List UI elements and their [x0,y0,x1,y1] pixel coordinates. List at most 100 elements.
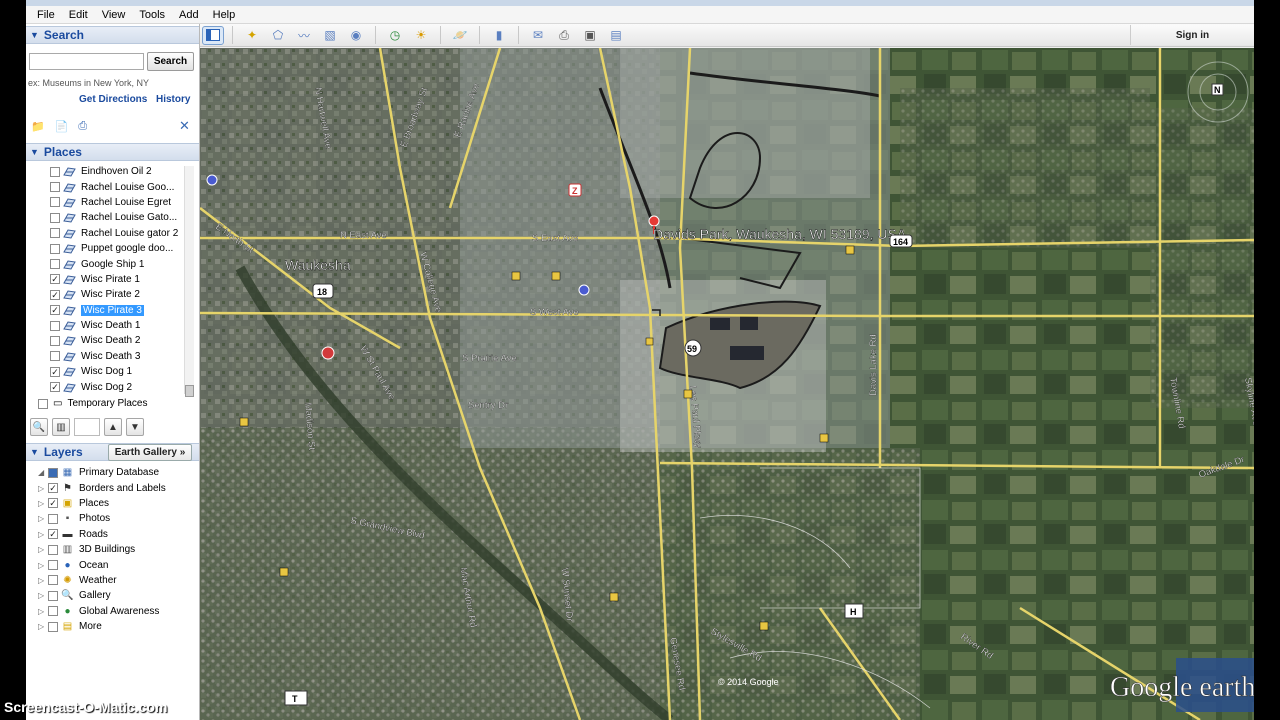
search-icon[interactable]: 🔍 [30,418,48,436]
search-button[interactable]: Search [147,52,194,71]
menu-tools[interactable]: Tools [132,9,172,21]
places-scrollbar[interactable] [184,166,194,397]
move-down-icon[interactable]: ▼ [126,418,144,436]
menu-file[interactable]: File [30,9,62,21]
poi-icon[interactable] [578,284,590,296]
menu-help[interactable]: Help [206,9,243,21]
checkbox[interactable] [50,351,60,362]
menu-view[interactable]: View [95,9,133,21]
expand-arrow-icon[interactable]: ◢ [38,468,48,477]
history-link[interactable]: History [156,94,190,105]
add-path-icon[interactable]: 〰 [293,26,315,45]
checkbox[interactable]: ✓ [50,289,60,300]
move-up-icon[interactable]: ▲ [104,418,122,436]
layer-item[interactable]: ◢ ▦ Primary Database [26,465,199,480]
checkbox[interactable] [50,228,60,239]
place-item[interactable]: Rachel Louise Gato... [26,210,199,225]
expand-arrow-icon[interactable]: ▷ [38,530,48,539]
place-item[interactable]: ✓ Wisc Pirate 1 [26,272,199,287]
add-folder-icon[interactable]: 📁 [31,120,45,133]
layer-item[interactable]: ▷ ● Ocean [26,557,199,572]
earth-gallery-button[interactable]: Earth Gallery » [108,444,192,461]
place-item[interactable]: Rachel Louise Egret [26,195,199,210]
checkbox[interactable]: ✓ [48,529,58,540]
sign-in-button[interactable]: Sign in [1130,25,1254,45]
checkbox[interactable] [50,197,60,208]
checkbox[interactable] [48,467,58,478]
checkbox[interactable] [50,335,60,346]
expand-arrow-icon[interactable]: ▷ [38,484,48,493]
layer-item[interactable]: ▷ ▥ 3D Buildings [26,542,199,557]
places-panel-header[interactable]: ▼ Places [26,143,199,161]
expand-arrow-icon[interactable]: ▷ [38,545,48,554]
expand-arrow-icon[interactable]: ▷ [38,514,48,523]
checkbox[interactable] [50,259,60,270]
email-icon[interactable]: ✉ [527,26,549,45]
place-item[interactable]: Wisc Death 1 [26,318,199,333]
place-item[interactable]: Wisc Death 3 [26,349,199,364]
get-directions-link[interactable]: Get Directions [79,94,147,105]
place-item[interactable]: ✓ Wisc Dog 1 [26,364,199,379]
copy-icon[interactable]: 📄 [55,120,69,133]
record-tour-icon[interactable]: ◉ [345,26,367,45]
search-input[interactable] [29,53,144,70]
expand-arrow-icon[interactable]: ▷ [38,591,48,600]
expand-arrow-icon[interactable]: ▷ [38,607,48,616]
place-item[interactable]: ✓ Wisc Dog 2 [26,379,199,394]
checkbox[interactable] [48,513,58,524]
checkbox[interactable] [50,243,60,254]
close-icon[interactable]: ✕ [179,118,190,134]
print-icon[interactable]: ⎙ [78,120,87,133]
checkbox[interactable]: ✓ [50,305,60,316]
checkbox[interactable]: ✓ [48,483,58,494]
checkbox[interactable] [50,320,60,331]
place-item[interactable]: Eindhoven Oil 2 [26,164,199,179]
checkbox[interactable] [50,166,60,177]
ruler-icon[interactable]: ▮ [488,26,510,45]
print-icon[interactable]: ⎙ [553,26,575,45]
checkbox[interactable] [48,590,58,601]
menu-edit[interactable]: Edit [62,9,95,21]
add-placemark-icon[interactable]: ✦ [241,26,263,45]
place-item[interactable]: Rachel Louise gator 2 [26,226,199,241]
historical-imagery-icon[interactable]: ◷ [384,26,406,45]
scrollbar-thumb[interactable] [185,385,194,397]
add-polygon-icon[interactable]: ⬠ [267,26,289,45]
poi-icon[interactable] [321,346,335,360]
expand-arrow-icon[interactable]: ▷ [38,499,48,508]
checkbox[interactable] [38,398,48,409]
checkbox[interactable] [48,560,58,571]
layer-item[interactable]: ▷ 🔍 Gallery [26,588,199,603]
checkbox[interactable] [50,182,60,193]
place-item[interactable]: Rachel Louise Goo... [26,179,199,194]
layer-item[interactable]: ▷ ✓ ⚑ Borders and Labels [26,480,199,495]
checkbox[interactable] [50,212,60,223]
places-filter-field[interactable] [74,418,100,436]
panel-toggle-icon[interactable]: ▥ [52,418,70,436]
expand-arrow-icon[interactable]: ▷ [38,561,48,570]
checkbox[interactable] [48,606,58,617]
checkbox[interactable]: ✓ [50,274,60,285]
checkbox[interactable] [48,575,58,586]
save-image-icon[interactable]: ▣ [579,26,601,45]
checkbox[interactable]: ✓ [50,366,60,377]
switch-planet-icon[interactable]: 🪐 [449,26,471,45]
search-panel-header[interactable]: ▼ Search [26,26,199,44]
expand-arrow-icon[interactable]: ▷ [38,622,48,631]
place-item[interactable]: Puppet google doo... [26,241,199,256]
layer-item[interactable]: ▷ ✓ ▬ Roads [26,527,199,542]
place-item[interactable]: ✓ Wisc Pirate 2 [26,287,199,302]
layer-item[interactable]: ▷ ✺ Weather [26,573,199,588]
place-item[interactable]: ✓ Wisc Pirate 3 [26,303,199,318]
checkbox[interactable] [48,544,58,555]
poi-icon[interactable] [206,174,218,186]
checkbox[interactable]: ✓ [48,498,58,509]
satellite-map[interactable]: Davids Park, Waukesha, WI 53189, USA Wau… [200,48,1254,720]
toggle-sidebar-button[interactable] [202,25,224,45]
temporary-places-row[interactable]: ▭ Temporary Places [38,398,147,409]
view-in-maps-icon[interactable]: ▤ [605,26,627,45]
layer-item[interactable]: ▷ ● Global Awareness [26,604,199,619]
place-pin-icon[interactable] [648,215,660,227]
expand-arrow-icon[interactable]: ▷ [38,576,48,585]
menu-add[interactable]: Add [172,9,206,21]
